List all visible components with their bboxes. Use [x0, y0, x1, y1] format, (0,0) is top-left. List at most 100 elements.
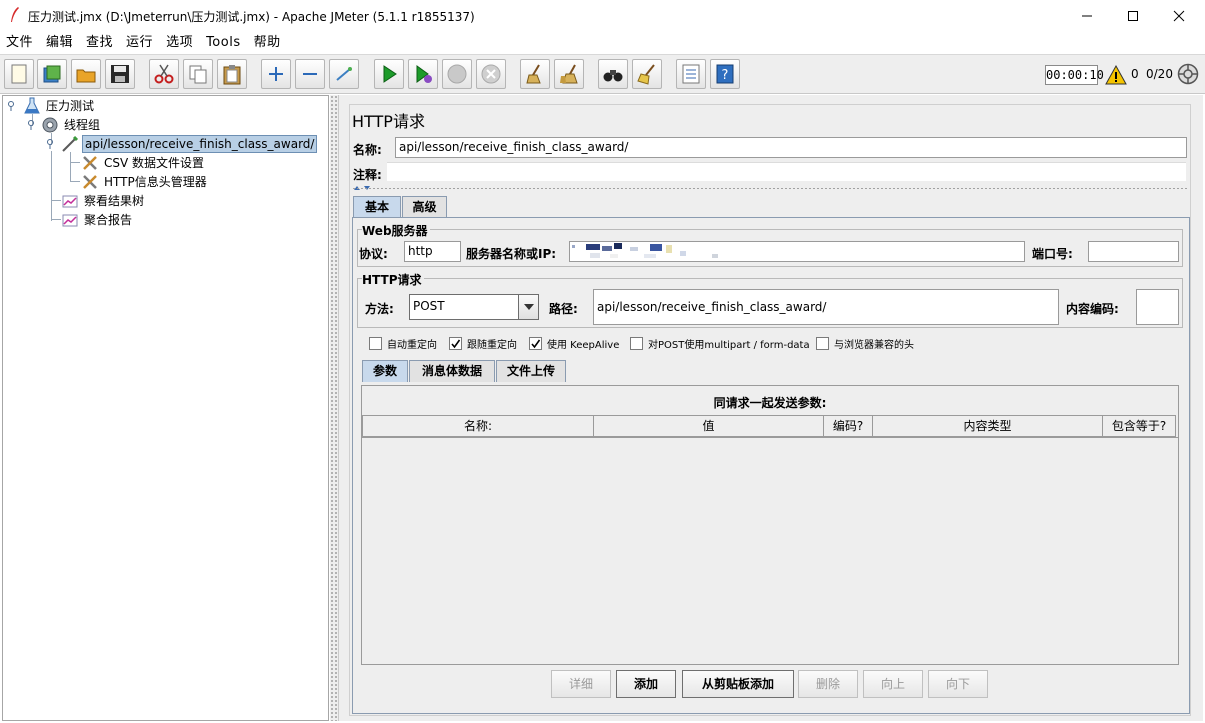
tree-node-label: api/lesson/receive_finish_class_award/ [82, 134, 318, 153]
move-up-button[interactable]: 向上 [863, 670, 923, 698]
maximize-button[interactable] [1110, 0, 1156, 32]
beaker-icon [23, 97, 41, 115]
expand-all-button[interactable] [261, 59, 291, 89]
tree-node-aggregate-report[interactable]: 聚合报告 [61, 210, 134, 229]
warning-icon[interactable] [1105, 65, 1127, 85]
stop-button[interactable] [442, 59, 472, 89]
tab-basic[interactable]: 基本 [353, 196, 401, 218]
path-field[interactable]: api/lesson/receive_finish_class_award/ [593, 289, 1059, 325]
clear-all-button[interactable] [554, 59, 584, 89]
save-button[interactable] [105, 59, 135, 89]
method-select[interactable]: POST [409, 294, 539, 320]
http-request-panel: HTTP请求 名称: api/lesson/receive_finish_cla… [338, 95, 1203, 721]
tree-connector [70, 152, 71, 182]
start-button[interactable] [374, 59, 404, 89]
remote-status-icon[interactable] [1177, 63, 1199, 85]
tree-node-view-results-tree[interactable]: 察看结果树 [61, 191, 146, 210]
search-button[interactable] [598, 59, 628, 89]
new-button[interactable] [4, 59, 34, 89]
parameters-table: 同请求一起发送参数: 名称: 值 编码? 内容类型 包含等于? [361, 385, 1179, 665]
port-field[interactable] [1088, 241, 1179, 262]
add-button[interactable]: 添加 [616, 670, 676, 698]
protocol-field[interactable]: http [404, 241, 461, 262]
expand-toggle-icon[interactable] [46, 139, 54, 149]
expand-toggle-icon[interactable] [27, 120, 35, 130]
templates-button[interactable] [37, 59, 67, 89]
paste-clipboard-icon [223, 65, 241, 85]
move-down-button[interactable]: 向下 [928, 670, 988, 698]
toggle-button[interactable] [329, 59, 359, 89]
tree-node-test-plan[interactable]: 压力测试 [23, 96, 96, 115]
menu-edit[interactable]: 编辑 [40, 32, 80, 54]
follow-redirect-checkbox[interactable]: 跟随重定向 [449, 336, 517, 351]
column-header-content-type[interactable]: 内容类型 [872, 415, 1103, 437]
menu-help[interactable]: 帮助 [248, 32, 288, 54]
method-label: 方法: [365, 302, 394, 316]
menu-file[interactable]: 文件 [0, 32, 40, 54]
comment-field[interactable] [387, 162, 1186, 181]
tree-node-http-request[interactable]: api/lesson/receive_finish_class_award/ [61, 134, 318, 153]
detail-button[interactable]: 详细 [551, 670, 611, 698]
tab-advanced[interactable]: 高级 [402, 196, 447, 218]
tree-node-label: 察看结果树 [84, 194, 145, 208]
tree-connector [51, 200, 61, 201]
column-header-name[interactable]: 名称: [362, 415, 594, 437]
menu-run[interactable]: 运行 [120, 32, 160, 54]
name-label: 名称: [353, 143, 382, 157]
checkbox-label: 自动重定向 [387, 340, 437, 351]
table-body[interactable] [362, 437, 1178, 664]
http-request-group-title: HTTP请求 [362, 271, 424, 288]
collapse-all-button[interactable] [295, 59, 325, 89]
minimize-button[interactable] [1064, 0, 1110, 32]
tree-connector [51, 151, 52, 221]
auto-redirect-checkbox[interactable]: 自动重定向 [369, 336, 437, 351]
tree-node-header-manager[interactable]: HTTP信息头管理器 [81, 172, 209, 191]
column-header-include-equals[interactable]: 包含等于? [1102, 415, 1176, 437]
clear-button[interactable] [520, 59, 550, 89]
test-plan-tree: 压力测试 线程组 api/lesson/receive_finish_class… [2, 95, 329, 721]
checkbox-label: 对POST使用multipart / form-data [648, 340, 810, 351]
tab-parameters[interactable]: 参数 [362, 360, 408, 382]
svg-text:?: ? [722, 68, 729, 83]
column-header-value[interactable]: 值 [593, 415, 824, 437]
content-encoding-field[interactable] [1136, 289, 1179, 325]
delete-button[interactable]: 删除 [798, 670, 858, 698]
start-no-pauses-button[interactable] [408, 59, 438, 89]
keepalive-checkbox[interactable]: 使用 KeepAlive [529, 336, 619, 351]
chart-icon [61, 192, 79, 210]
menu-search[interactable]: 查找 [80, 32, 120, 54]
divider [352, 187, 1189, 190]
tab-body-data[interactable]: 消息体数据 [409, 360, 495, 382]
multipart-checkbox[interactable]: 对POST使用multipart / form-data [630, 336, 810, 351]
tree-node-csv-data-set[interactable]: CSV 数据文件设置 [81, 153, 206, 172]
parameters-caption: 同请求一起发送参数: [713, 396, 827, 410]
tree-node-thread-group[interactable]: 线程组 [41, 115, 102, 134]
name-field[interactable]: api/lesson/receive_finish_class_award/ [395, 137, 1187, 158]
copy-button[interactable] [183, 59, 213, 89]
add-from-clipboard-button[interactable]: 从剪贴板添加 [682, 670, 794, 698]
open-button[interactable] [71, 59, 101, 89]
tab-file-upload[interactable]: 文件上传 [496, 360, 566, 382]
menu-options[interactable]: 选项 [160, 32, 200, 54]
pane-splitter[interactable] [330, 95, 338, 721]
close-button[interactable] [1156, 0, 1202, 32]
menu-bar: 文件 编辑 查找 运行 选项 Tools 帮助 [0, 32, 1205, 54]
gear-icon [41, 116, 59, 134]
checkbox-box [816, 337, 829, 350]
cut-button[interactable] [149, 59, 179, 89]
browser-headers-checkbox[interactable]: 与浏览器兼容的头 [816, 336, 914, 351]
check-mark-icon [531, 339, 541, 349]
dropdown-arrow-icon[interactable] [518, 295, 538, 319]
reset-search-button[interactable] [632, 59, 662, 89]
function-helper-button[interactable] [676, 59, 706, 89]
menu-tools[interactable]: Tools [200, 32, 248, 54]
checkbox-box [630, 337, 643, 350]
server-label: 服务器名称或IP: [466, 247, 557, 261]
expand-toggle-icon[interactable] [7, 101, 15, 111]
help-button[interactable]: ? [710, 59, 740, 89]
elapsed-time: 00:00:10 [1045, 65, 1104, 85]
column-header-encode[interactable]: 编码? [823, 415, 873, 437]
paste-button[interactable] [217, 59, 247, 89]
panel-title: HTTP请求 [352, 112, 425, 131]
shutdown-button[interactable] [476, 59, 506, 89]
